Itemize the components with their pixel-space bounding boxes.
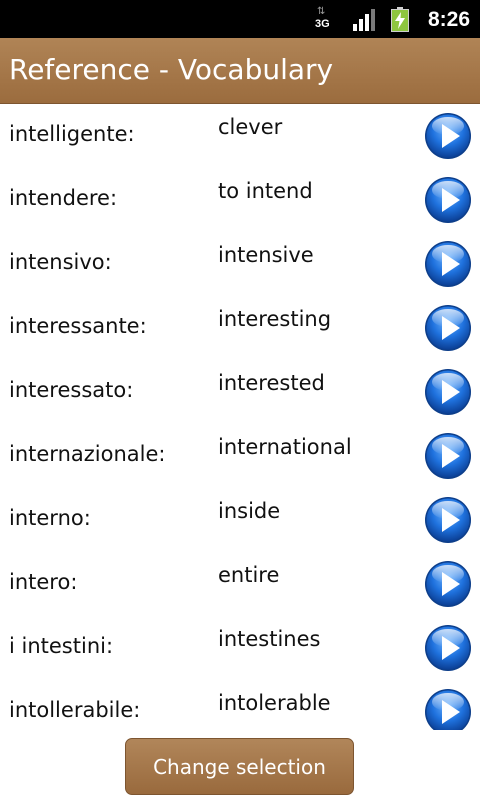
italian-term: interessante: xyxy=(9,314,147,338)
play-audio-icon[interactable] xyxy=(424,560,472,608)
english-translation: clever xyxy=(218,115,283,139)
italian-term: interessato: xyxy=(9,378,134,402)
italian-term: intollerabile: xyxy=(9,698,141,722)
battery-charging-icon xyxy=(391,7,409,32)
vocabulary-row: intero: entire xyxy=(0,552,480,616)
signal-strength-icon xyxy=(353,9,375,31)
italian-term: intensivo: xyxy=(9,250,112,274)
play-audio-icon[interactable] xyxy=(424,240,472,288)
italian-term: intendere: xyxy=(9,186,118,210)
vocabulary-row: intelligente: clever xyxy=(0,104,480,168)
vocabulary-row: internazionale: international xyxy=(0,424,480,488)
vocabulary-row: intensivo: intensive xyxy=(0,232,480,296)
play-audio-icon[interactable] xyxy=(424,176,472,224)
3g-data-icon: ⇅ 3G xyxy=(315,6,330,31)
vocabulary-row: interessante: interesting xyxy=(0,296,480,360)
italian-term: intelligente: xyxy=(9,122,135,146)
play-audio-icon[interactable] xyxy=(424,368,472,416)
play-audio-icon[interactable] xyxy=(424,304,472,352)
italian-term: interno: xyxy=(9,506,91,530)
play-audio-icon[interactable] xyxy=(424,624,472,672)
english-translation: interested xyxy=(218,371,325,395)
vocabulary-row: i intestini: intestines xyxy=(0,616,480,680)
english-translation: interesting xyxy=(218,307,332,331)
vocabulary-list[interactable]: intelligente: clever intendere: to inten… xyxy=(0,104,480,730)
play-audio-icon[interactable] xyxy=(424,496,472,544)
change-selection-button[interactable]: Change selection xyxy=(125,738,354,795)
italian-term: internazionale: xyxy=(9,442,166,466)
english-translation: intolerable xyxy=(218,691,331,715)
vocabulary-row: intendere: to intend xyxy=(0,168,480,232)
english-translation: inside xyxy=(218,499,281,523)
network-label: 3G xyxy=(315,18,330,30)
italian-term: i intestini: xyxy=(9,634,114,658)
play-audio-icon[interactable] xyxy=(424,432,472,480)
italian-term: intero: xyxy=(9,570,78,594)
status-bar: ⇅ 3G 8:26 xyxy=(0,0,480,38)
page-title: Reference - Vocabulary xyxy=(9,53,334,86)
clock-time: 8:26 xyxy=(428,8,471,31)
vocabulary-row: interno: inside xyxy=(0,488,480,552)
app-title-bar: Reference - Vocabulary xyxy=(0,38,480,104)
english-translation: intensive xyxy=(218,243,314,267)
english-translation: intestines xyxy=(218,627,321,651)
english-translation: to intend xyxy=(218,179,313,203)
play-audio-icon[interactable] xyxy=(424,688,472,730)
english-translation: entire xyxy=(218,563,280,587)
play-audio-icon[interactable] xyxy=(424,112,472,160)
vocabulary-row: intollerabile: intolerable xyxy=(0,680,480,730)
english-translation: international xyxy=(218,435,352,459)
vocabulary-row: interessato: interested xyxy=(0,360,480,424)
